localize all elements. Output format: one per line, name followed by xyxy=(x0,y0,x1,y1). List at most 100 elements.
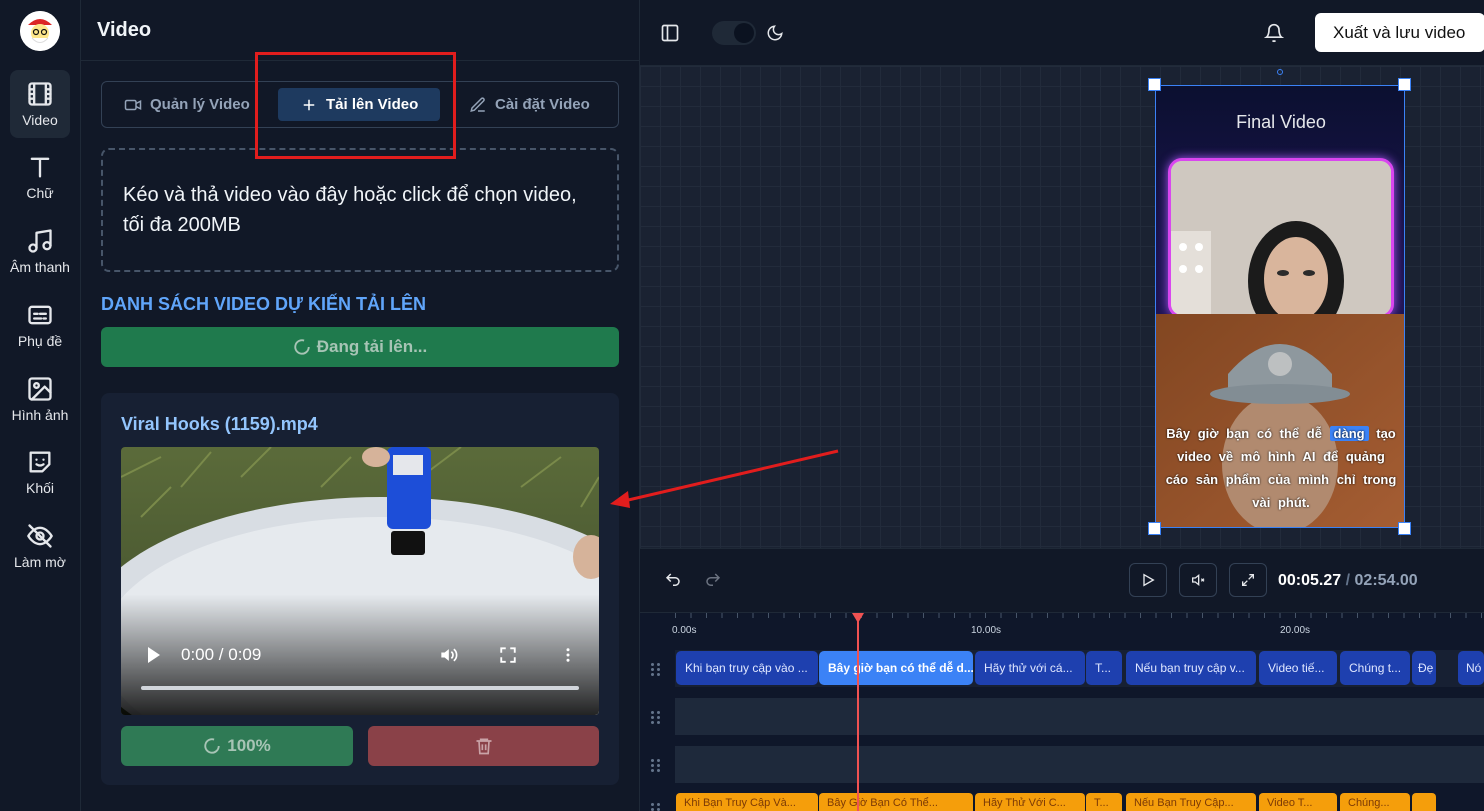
tab-label: Cài đặt Video xyxy=(495,96,590,113)
divider xyxy=(81,60,640,61)
timeline-clip[interactable]: T... xyxy=(1086,651,1122,685)
rail-item-label: Làm mờ xyxy=(14,554,66,570)
resize-handle[interactable] xyxy=(1398,78,1411,91)
playhead[interactable] xyxy=(857,613,859,811)
timeline-clip-selected[interactable]: Bây giờ bạn có thể dễ d... xyxy=(819,651,973,685)
video-frame xyxy=(121,447,599,715)
rail-item-images[interactable]: Hình ảnh xyxy=(10,365,70,433)
drag-handle-icon[interactable] xyxy=(650,711,664,725)
play-icon xyxy=(1143,573,1155,587)
fullscreen-button[interactable] xyxy=(1229,563,1267,597)
rail-item-blocks[interactable]: Khối xyxy=(10,438,70,506)
upload-progress-button[interactable]: 100% xyxy=(121,726,353,766)
mute-button[interactable] xyxy=(1179,563,1217,597)
playback-controls: 00:05.27 / 02:54.00 xyxy=(640,548,1484,612)
empty-track[interactable] xyxy=(675,746,1484,783)
tab-label: Quản lý Video xyxy=(150,96,250,113)
preview-subtitle: Bây giờ bạn có thể dễ dàng tạo video về … xyxy=(1164,422,1398,514)
subtitles-icon xyxy=(28,305,52,325)
timeline[interactable]: 0.00s 10.00s 20.00s Khi bạn truy cập vào… xyxy=(640,612,1484,811)
audio-clip[interactable]: Khi Bạn Truy Cập Và... xyxy=(676,793,818,811)
current-time: 00:05.27 xyxy=(1278,572,1342,589)
audio-clip[interactable] xyxy=(1412,793,1436,811)
edit-icon xyxy=(470,96,485,112)
image-icon xyxy=(28,377,52,401)
timeline-clip[interactable]: Chúng t... xyxy=(1340,651,1410,685)
time-display: 00:05.27 / 02:54.00 xyxy=(1278,572,1418,590)
video-panel: Video Quản lý Video Tải lên Video Cài đặ… xyxy=(81,0,640,811)
tab-video-settings[interactable]: Cài đặt Video xyxy=(469,88,590,121)
sticker-icon xyxy=(29,451,51,473)
empty-track[interactable] xyxy=(675,698,1484,735)
tab-upload-video[interactable]: Tải lên Video xyxy=(278,88,441,121)
trash-icon xyxy=(476,738,491,755)
timeline-clip[interactable]: Nếu bạn truy cập v... xyxy=(1126,651,1256,685)
rail-item-audio[interactable]: Âm thanh xyxy=(10,217,70,285)
rail-item-label: Video xyxy=(22,112,58,128)
undo-icon[interactable] xyxy=(664,571,682,589)
resize-handle[interactable] xyxy=(1148,522,1161,535)
drag-handle-icon[interactable] xyxy=(650,803,664,811)
resize-handle[interactable] xyxy=(1398,522,1411,535)
ruler-tick: 10.00s xyxy=(971,625,1002,636)
drag-handle-icon[interactable] xyxy=(650,759,664,773)
fullscreen-icon[interactable] xyxy=(499,646,517,664)
timeline-clip[interactable]: Video tiế... xyxy=(1259,651,1337,685)
playhead-marker-icon[interactable] xyxy=(852,613,864,623)
delete-button[interactable] xyxy=(368,726,599,766)
timeline-clip[interactable]: Hãy thử với cá... xyxy=(975,651,1085,685)
rail-item-video[interactable]: Video xyxy=(10,70,70,138)
sidebar-toggle-icon[interactable] xyxy=(660,23,680,43)
drag-handle-icon[interactable] xyxy=(650,663,664,677)
timeline-clip[interactable]: Khi bạn truy cập vào ... xyxy=(676,651,818,685)
spinner-icon xyxy=(294,339,310,355)
rail-item-text[interactable]: Chữ xyxy=(10,143,70,211)
preview-canvas[interactable]: Final Video Bây giờ bạn có thể dễ dàng t… xyxy=(640,66,1484,548)
editor-main: Xuất và lưu video Final Video Bây giờ bạ… xyxy=(640,0,1484,811)
export-save-button[interactable]: Xuất và lưu video xyxy=(1315,13,1484,52)
rail-item-label: Chữ xyxy=(26,185,54,201)
timeline-clip[interactable]: Đẹ xyxy=(1412,651,1436,685)
ruler-tick: 20.00s xyxy=(1280,625,1311,636)
woman-image xyxy=(1171,161,1391,315)
video-preview[interactable]: Final Video Bây giờ bạn có thể dễ dàng t… xyxy=(1155,85,1405,528)
file-name: Viral Hooks (1159).mp4 xyxy=(121,414,318,434)
uploading-button[interactable]: Đang tải lên... xyxy=(101,327,619,367)
redo-icon[interactable] xyxy=(704,571,722,589)
expand-icon xyxy=(1242,574,1254,586)
audio-clip[interactable]: Video T... xyxy=(1259,793,1337,811)
panel-title: Video xyxy=(97,19,152,41)
rail-item-blur[interactable]: Làm mờ xyxy=(10,512,70,580)
audio-clip[interactable]: Hãy Thử Với C... xyxy=(975,793,1085,811)
upload-file-card: Viral Hooks (1159).mp4 0:00 / 0:09 100% xyxy=(101,393,619,785)
timeline-ruler[interactable] xyxy=(675,613,1484,641)
video-player[interactable]: 0:00 / 0:09 xyxy=(121,447,599,715)
theme-toggle[interactable] xyxy=(712,21,756,45)
uploading-label: Đang tải lên... xyxy=(316,337,428,356)
upload-dropzone[interactable]: Kéo và thả video vào đây hoặc click để c… xyxy=(101,148,619,272)
upload-list-title: DANH SÁCH VIDEO DỰ KIẾN TẢI LÊN xyxy=(101,294,426,314)
audio-clip[interactable]: T... xyxy=(1086,793,1122,811)
tab-manage-video[interactable]: Quản lý Video xyxy=(124,88,250,121)
video-tabs: Quản lý Video Tải lên Video Cài đặt Vide… xyxy=(101,81,619,128)
rail-item-subtitles[interactable]: Phụ đề xyxy=(10,291,70,359)
rotate-handle[interactable] xyxy=(1277,69,1283,75)
play-button[interactable] xyxy=(1129,563,1167,597)
volume-mute-icon xyxy=(1192,573,1205,587)
volume-icon[interactable] xyxy=(437,645,459,665)
audio-clip[interactable]: Bây Giờ Bạn Có Thể... xyxy=(819,793,973,811)
rail-item-label: Phụ đề xyxy=(17,333,63,349)
timeline-clip[interactable]: Nó xyxy=(1458,651,1484,685)
more-options-icon[interactable] xyxy=(559,645,577,665)
resize-handle[interactable] xyxy=(1148,78,1161,91)
rail-item-label: Khối xyxy=(25,480,55,496)
bell-icon[interactable] xyxy=(1264,23,1284,43)
audio-clip[interactable]: Nếu Bạn Truy Cập... xyxy=(1126,793,1256,811)
rail-item-label: Hình ảnh xyxy=(11,407,69,423)
moon-icon[interactable] xyxy=(766,24,784,42)
app-logo[interactable] xyxy=(20,11,60,51)
text-icon xyxy=(30,157,50,178)
progress-label: 100% xyxy=(227,736,271,755)
audio-clip[interactable]: Chúng... xyxy=(1340,793,1410,811)
player-time: 0:00 / 0:09 xyxy=(181,645,262,664)
